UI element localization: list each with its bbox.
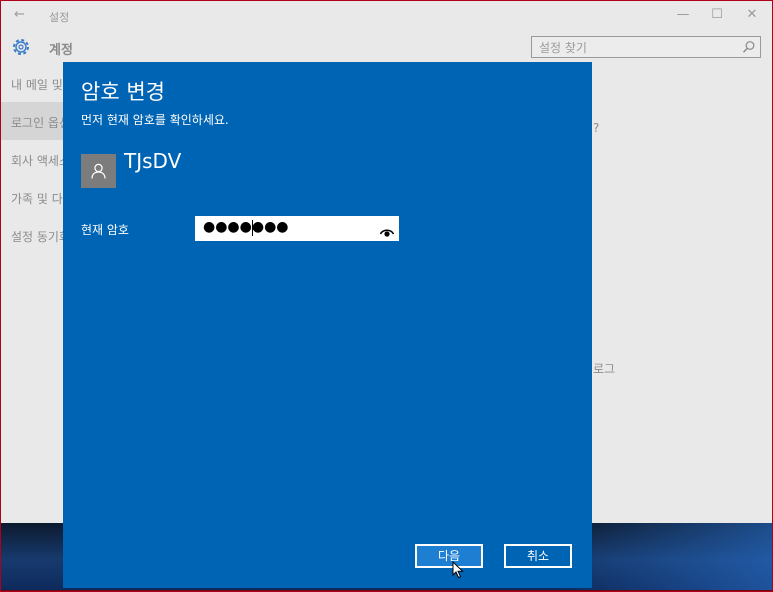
- cancel-button[interactable]: 취소: [504, 544, 572, 568]
- desktop-glow: [561, 523, 772, 590]
- dialog-title: 암호 변경: [81, 80, 165, 104]
- back-button[interactable]: ←: [14, 7, 25, 22]
- user-name: TJsDV: [124, 149, 182, 173]
- sidebar-item-email-accounts[interactable]: 내 메일 및 계정: [1, 64, 63, 102]
- sidebar-item-work-access[interactable]: 회사 액세스: [1, 140, 63, 178]
- dialog-subtitle: 먼저 현재 암호를 확인하세요.: [81, 113, 229, 127]
- close-button[interactable]: ✕: [742, 7, 762, 22]
- next-button[interactable]: 다음: [415, 544, 483, 568]
- current-password-field[interactable]: ●●●●●●●: [195, 216, 399, 241]
- background-text-fragment: 로그: [593, 362, 616, 376]
- password-value: ●●●●●●●: [203, 219, 289, 235]
- sidebar-item-sync-settings[interactable]: 설정 동기화: [1, 216, 63, 254]
- sidebar-item-sign-in-options[interactable]: 로그인 옵션: [1, 102, 63, 140]
- search-input[interactable]: 설정 찾기: [531, 36, 761, 58]
- current-password-label: 현재 암호: [81, 223, 129, 237]
- gear-icon: [10, 36, 32, 62]
- reveal-password-icon[interactable]: [379, 223, 395, 242]
- background-text-fragment: ?: [593, 121, 600, 135]
- text-caret: [252, 220, 253, 236]
- window-title: 설정: [49, 11, 70, 24]
- avatar: [81, 154, 116, 188]
- user-icon: [91, 163, 106, 179]
- mouse-pointer-icon: [452, 560, 464, 583]
- sidebar-item-family-other-users[interactable]: 가족 및 다른 사용자: [1, 178, 63, 216]
- title-bar: ← 설정 — ☐ ✕: [1, 1, 772, 31]
- maximize-button[interactable]: ☐: [707, 7, 727, 22]
- change-password-dialog: 암호 변경 먼저 현재 암호를 확인하세요. TJsDV 현재 암호 ●●●●●…: [63, 62, 592, 588]
- search-icon[interactable]: [742, 39, 756, 58]
- search-placeholder: 설정 찾기: [539, 41, 587, 55]
- minimize-button[interactable]: —: [673, 7, 693, 22]
- page-title: 계정: [49, 43, 73, 58]
